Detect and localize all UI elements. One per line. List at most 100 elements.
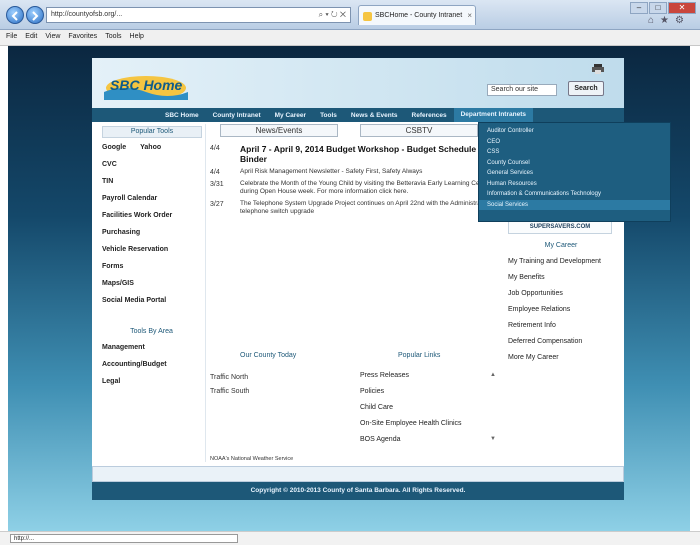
career-link[interactable]: Deferred Compensation (508, 338, 616, 354)
traffic-south-link[interactable]: Traffic South (210, 388, 249, 402)
address-bar[interactable]: http://countyofsb.org/... ⌕ ▾ ↻ ✕ (46, 7, 351, 23)
popular-link[interactable]: BOS Agenda ▼ (360, 436, 500, 452)
search-button[interactable]: Search (568, 81, 604, 96)
tab-close-icon[interactable]: × (467, 11, 472, 20)
tool-link[interactable]: Purchasing (98, 229, 205, 246)
forward-arrow-icon (32, 11, 39, 21)
weather-service-link[interactable]: NOAA's National Weather Service (210, 456, 293, 462)
tool-link[interactable]: Social Media Portal (98, 297, 205, 314)
maximize-button[interactable]: □ (649, 2, 667, 14)
scroll-up-icon[interactable]: ▲ (490, 372, 496, 378)
area-link[interactable]: Legal (98, 378, 205, 395)
menu-file[interactable]: File (6, 33, 17, 42)
dropdown-item[interactable]: Auditor Controller (479, 126, 670, 137)
search-input[interactable]: Search our site (487, 84, 557, 96)
left-sidebar: Popular Tools Google Yahoo CVC TIN Payro… (98, 124, 206, 462)
dropdown-item[interactable]: Social Services (479, 199, 670, 210)
dropdown-item[interactable]: Human Resources (479, 179, 670, 190)
back-button[interactable] (6, 6, 24, 24)
menu-tools[interactable]: Tools (105, 33, 121, 42)
career-link[interactable]: My Benefits (508, 274, 616, 290)
popular-links-list: Press Releases ▲ Policies Child Care On-S… (360, 372, 500, 452)
center-content: News/Events CSBTV 4/4 April 7 - April 9,… (210, 124, 502, 462)
main-navigation: SBC Home County Intranet My Career Tools… (92, 108, 624, 122)
footer-links-bar (92, 466, 624, 482)
dropdown-item[interactable]: CSS (479, 147, 670, 158)
popular-link[interactable]: Press Releases ▲ (360, 372, 500, 388)
traffic-north-link[interactable]: Traffic North (210, 374, 249, 388)
status-text: http://... (10, 534, 238, 543)
nav-references[interactable]: References (405, 112, 454, 119)
minimize-button[interactable]: – (630, 2, 648, 14)
area-link[interactable]: Management (98, 344, 205, 361)
nav-tools[interactable]: Tools (313, 112, 344, 119)
scroll-down-icon[interactable]: ▼ (490, 436, 496, 442)
menu-view[interactable]: View (45, 33, 60, 42)
career-links: My Training and Development My Benefits … (508, 258, 616, 370)
nav-sbc-home[interactable]: SBC Home (158, 112, 206, 119)
search-refresh-icons[interactable]: ⌕ ▾ ↻ ✕ (319, 10, 346, 20)
tool-link[interactable]: CVC (98, 161, 205, 178)
career-link[interactable]: Job Opportunities (508, 290, 616, 306)
browser-titlebar: http://countyofsb.org/... ⌕ ▾ ↻ ✕ SBCHom… (0, 0, 700, 30)
career-link[interactable]: Employee Relations (508, 306, 616, 322)
tool-link[interactable]: Vehicle Reservation (98, 246, 205, 263)
menu-favorites[interactable]: Favorites (68, 33, 97, 42)
tools-by-area-heading: Tools By Area (130, 328, 173, 335)
news-item: 3/27 The Telephone System Upgrade Projec… (210, 200, 500, 216)
page-viewport: SBC Home Search our site Search SBC Home… (8, 46, 690, 531)
news-link[interactable]: April 7 - April 9, 2014 Budget Workshop … (240, 144, 496, 164)
my-career-heading: My Career (544, 242, 578, 249)
news-link[interactable]: April Risk Management Newsletter - Safet… (240, 168, 496, 176)
career-link[interactable]: My Training and Development (508, 258, 616, 274)
tab-title: SBCHome - County Intranet (375, 12, 463, 19)
popular-link[interactable]: On-Site Employee Health Clinics (360, 420, 500, 436)
window-controls: – □ ✕ (630, 2, 696, 14)
nav-department-intranets[interactable]: Department Intranets (453, 108, 533, 122)
tool-link[interactable]: Forms (98, 263, 205, 280)
nav-county-intranet[interactable]: County Intranet (206, 112, 268, 119)
tool-link[interactable]: Payroll Calendar (98, 195, 205, 212)
menu-bar: File Edit View Favorites Tools Help (0, 30, 700, 46)
home-favorites-settings-icons[interactable]: ⌂★⚙ (648, 15, 690, 26)
traffic-links: Traffic North Traffic South (210, 374, 249, 402)
career-link[interactable]: More My Career (508, 354, 616, 370)
tab-csbtv[interactable]: CSBTV (360, 124, 478, 137)
forward-button[interactable] (26, 6, 44, 24)
tool-link-yahoo[interactable]: Yahoo (140, 144, 161, 161)
news-link[interactable]: The Telephone System Upgrade Project con… (240, 200, 496, 216)
site-container: SBC Home Search our site Search SBC Home… (92, 58, 671, 468)
news-date: 3/27 (210, 201, 224, 208)
sbc-home-logo[interactable]: SBC Home (100, 66, 192, 102)
popular-link[interactable]: Child Care (360, 404, 500, 420)
dropdown-item[interactable]: Information & Communications Technology (479, 189, 670, 200)
tool-link[interactable]: Maps/GIS (98, 280, 205, 297)
logo-text: SBC Home (110, 77, 183, 93)
news-date: 4/4 (210, 169, 220, 176)
dropdown-item[interactable]: CEO (479, 137, 670, 148)
dropdown-item[interactable]: County Counsel (479, 158, 670, 169)
news-item: 3/31 Celebrate the Month of the Young Ch… (210, 180, 500, 196)
nav-my-career[interactable]: My Career (268, 112, 313, 119)
tool-link[interactable]: Facilities Work Order (98, 212, 205, 229)
favicon-icon (363, 12, 372, 21)
popular-link[interactable]: Policies (360, 388, 500, 404)
supersavers-banner[interactable]: SUPERSAVERS.COM (508, 220, 612, 234)
menu-help[interactable]: Help (130, 33, 144, 42)
print-icon[interactable] (592, 64, 604, 74)
news-link[interactable]: Celebrate the Month of the Young Child b… (240, 180, 496, 196)
tab-news-events[interactable]: News/Events (220, 124, 338, 137)
career-link[interactable]: Retirement Info (508, 322, 616, 338)
copyright-footer: Copyright © 2010-2013 County of Santa Ba… (92, 482, 624, 500)
browser-tab[interactable]: SBCHome - County Intranet × (358, 5, 476, 25)
area-link[interactable]: Accounting/Budget (98, 361, 205, 378)
news-item: 4/4 April 7 - April 9, 2014 Budget Works… (210, 144, 500, 164)
tool-link-google[interactable]: Google (102, 144, 126, 161)
close-window-button[interactable]: ✕ (668, 2, 696, 14)
popular-links-heading: Popular Links (398, 352, 441, 359)
back-arrow-icon (11, 11, 18, 21)
tool-link[interactable]: TIN (98, 178, 205, 195)
dropdown-item[interactable]: General Services (479, 168, 670, 179)
nav-news-events[interactable]: News & Events (344, 112, 405, 119)
menu-edit[interactable]: Edit (25, 33, 37, 42)
